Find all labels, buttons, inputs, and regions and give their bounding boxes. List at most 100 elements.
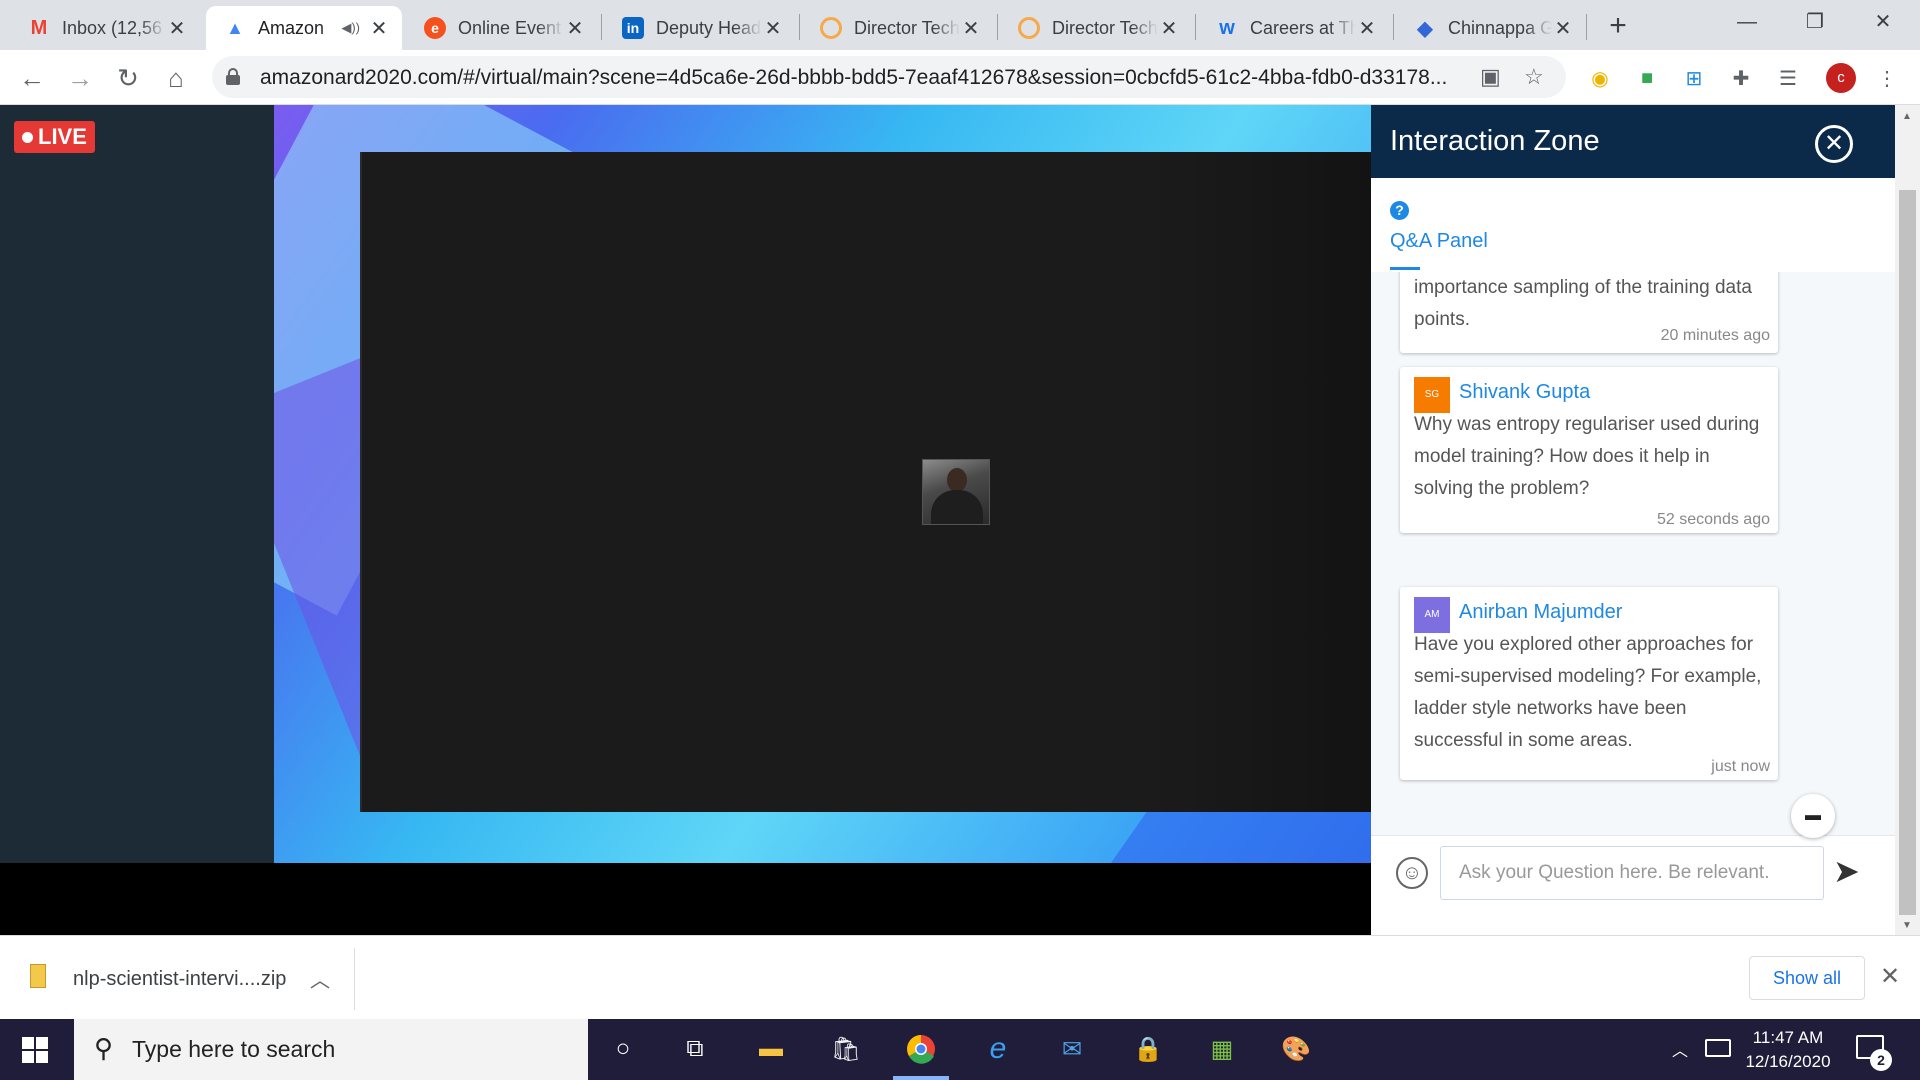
profile-avatar[interactable]: c xyxy=(1826,63,1856,93)
message-time: just now xyxy=(1711,758,1770,775)
scrollbar-thumb[interactable] xyxy=(1899,190,1916,915)
download-bar-close-icon[interactable]: ✕ xyxy=(1880,962,1900,991)
send-icon[interactable]: ➤ xyxy=(1833,852,1860,890)
careers-w-icon: w xyxy=(1219,16,1235,39)
emoji-icon[interactable]: ☺ xyxy=(1396,857,1428,889)
question-input-bar: ☺ ➤ xyxy=(1371,835,1895,935)
store-icon[interactable]: 🛍 xyxy=(824,1029,868,1069)
scroll-up-icon[interactable]: ▲ xyxy=(1902,111,1912,122)
tab-director-tech-2[interactable]: Director Tech ✕ xyxy=(1000,6,1192,50)
chrome-icon[interactable] xyxy=(899,1029,943,1069)
message-list[interactable]: importance sampling of the training data… xyxy=(1371,272,1895,835)
tab-chinnappa[interactable]: ◆ Chinnappa G ✕ xyxy=(1396,6,1586,50)
tab-title: Careers at Th xyxy=(1250,17,1356,38)
panel-close-button[interactable]: ✕ xyxy=(1815,125,1853,163)
extension-lock-icon[interactable]: ■ xyxy=(1632,63,1662,93)
tab-separator xyxy=(1195,14,1196,40)
app-chart-icon[interactable]: ▦ xyxy=(1200,1029,1244,1069)
active-app-indicator xyxy=(893,1076,949,1080)
tray-chevron-up-icon[interactable]: ︿ xyxy=(1672,1037,1688,1061)
download-file-name[interactable]: nlp-scientist-intervi....zip xyxy=(73,968,286,991)
paint-icon[interactable]: 🎨 xyxy=(1274,1029,1318,1069)
tab-close-icon[interactable]: ✕ xyxy=(166,16,188,41)
message-author[interactable]: Anirban Majumder xyxy=(1459,601,1622,624)
tab-separator xyxy=(997,14,998,40)
menu-kebab-icon[interactable]: ⋮ xyxy=(1872,63,1902,93)
message-text: Why was entropy regulariser used during … xyxy=(1414,414,1760,499)
tab-close-icon[interactable]: ✕ xyxy=(762,16,784,41)
tab-close-icon[interactable]: ✕ xyxy=(1158,16,1180,41)
page-scrollbar[interactable]: ▲ ▼ xyxy=(1895,105,1920,935)
tab-title: Online Event xyxy=(458,17,562,38)
message-text: Have you explored other approaches for s… xyxy=(1414,634,1762,751)
network-icon[interactable] xyxy=(1705,1039,1731,1057)
amazon-event-icon: ▲ xyxy=(226,17,244,38)
file-explorer-icon[interactable]: ▬ xyxy=(749,1029,793,1069)
tab-online-event[interactable]: e Online Event ✕ xyxy=(406,6,598,50)
tab-careers[interactable]: w Careers at Th ✕ xyxy=(1198,6,1390,50)
video-player[interactable] xyxy=(360,152,1371,812)
taskbar-search[interactable]: ⚲ Type here to search xyxy=(74,1019,588,1080)
question-input[interactable] xyxy=(1440,846,1824,900)
speaker-thumbnail[interactable] xyxy=(922,459,990,525)
message-author[interactable]: Shivank Gupta xyxy=(1459,381,1590,404)
home-button[interactable]: ⌂ xyxy=(158,60,194,96)
tab-close-icon[interactable]: ✕ xyxy=(1356,16,1378,41)
internet-explorer-icon[interactable]: e xyxy=(976,1029,1020,1069)
minimize-button[interactable]: — xyxy=(1714,0,1780,44)
lock-icon[interactable] xyxy=(226,68,240,85)
tab-close-icon[interactable]: ✕ xyxy=(368,16,390,41)
windows-start-icon[interactable] xyxy=(22,1037,48,1063)
left-dark-area: LIVE xyxy=(0,105,274,863)
live-label: LIVE xyxy=(38,124,87,149)
tab-linkedin[interactable]: in Deputy Head ✕ xyxy=(604,6,796,50)
restore-button[interactable]: ❐ xyxy=(1782,0,1848,44)
new-tab-button[interactable]: + xyxy=(1600,8,1636,44)
chevron-up-icon[interactable]: ︿ xyxy=(310,964,330,993)
tab-title: Deputy Head xyxy=(656,17,762,38)
panel-tabs: ? Q&A Panel xyxy=(1371,178,1895,272)
back-button[interactable]: ← xyxy=(14,60,50,96)
tab-close-icon[interactable]: ✕ xyxy=(564,16,586,41)
tab-amazon[interactable]: ▲ Amazon ◀)) ✕ xyxy=(206,6,402,50)
message-card: AM Anirban Majumder Have you explored ot… xyxy=(1400,587,1778,780)
vpn-lock-icon[interactable]: 🔒 xyxy=(1126,1029,1170,1069)
tab-close-icon[interactable]: ✕ xyxy=(960,16,982,41)
tab-close-icon[interactable]: ✕ xyxy=(1552,16,1574,41)
avatar: AM xyxy=(1414,597,1450,633)
chat-bubble-button[interactable]: ▬ xyxy=(1791,794,1835,838)
reload-button[interactable]: ↻ xyxy=(110,60,146,96)
tab-director-tech-1[interactable]: Director Tech ✕ xyxy=(802,6,994,50)
clock-time: 11:47 AM xyxy=(1752,1028,1824,1047)
forward-button[interactable]: → xyxy=(62,60,98,96)
close-window-button[interactable]: ✕ xyxy=(1850,0,1916,44)
blocked-popup-icon[interactable]: ▣ xyxy=(1480,64,1501,90)
bookmark-star-icon[interactable]: ☆ xyxy=(1524,64,1544,90)
speaker-icon[interactable]: ◀)) xyxy=(341,20,360,36)
taskbar-clock[interactable]: 11:47 AM 12/16/2020 xyxy=(1738,1026,1838,1074)
task-view-icon[interactable]: ⧉ xyxy=(673,1029,717,1069)
mail-icon[interactable]: ✉ xyxy=(1050,1029,1094,1069)
tab-qa-panel[interactable]: Q&A Panel xyxy=(1390,230,1488,253)
message-time: 20 minutes ago xyxy=(1660,327,1770,344)
cortana-icon[interactable]: ○ xyxy=(601,1029,645,1069)
tab-separator xyxy=(799,14,800,40)
message-card: SG Shivank Gupta Why was entropy regular… xyxy=(1400,367,1778,533)
extension-windows-icon[interactable]: ⊞ xyxy=(1679,63,1709,93)
tab-gmail[interactable]: M Inbox (12,56 ✕ xyxy=(10,6,200,50)
tab-separator xyxy=(601,14,602,40)
url-text[interactable]: amazonard2020.com/#/virtual/main?scene=4… xyxy=(260,66,1460,90)
show-all-button[interactable]: Show all xyxy=(1749,956,1865,1000)
question-icon[interactable]: ? xyxy=(1390,201,1409,220)
extensions-puzzle-icon[interactable]: ✚ xyxy=(1726,63,1756,93)
scroll-down-icon[interactable]: ▼ xyxy=(1902,920,1912,931)
windows-taskbar: ⚲ Type here to search ○ ⧉ ▬ 🛍 e ✉ 🔒 ▦ 🎨 … xyxy=(0,1019,1920,1080)
taskbar-search-placeholder: Type here to search xyxy=(132,1036,336,1062)
browser-toolbar: ← → ↻ ⌂ amazonard2020.com/#/virtual/main… xyxy=(0,50,1920,105)
tab-title: Director Tech xyxy=(1052,17,1158,38)
gmail-icon: M xyxy=(30,16,48,39)
tab-separator xyxy=(1393,14,1394,40)
address-bar[interactable]: amazonard2020.com/#/virtual/main?scene=4… xyxy=(212,56,1566,98)
media-control-icon[interactable]: ☰ xyxy=(1773,63,1803,93)
extension-glasses-icon[interactable]: ◉ xyxy=(1585,63,1615,93)
